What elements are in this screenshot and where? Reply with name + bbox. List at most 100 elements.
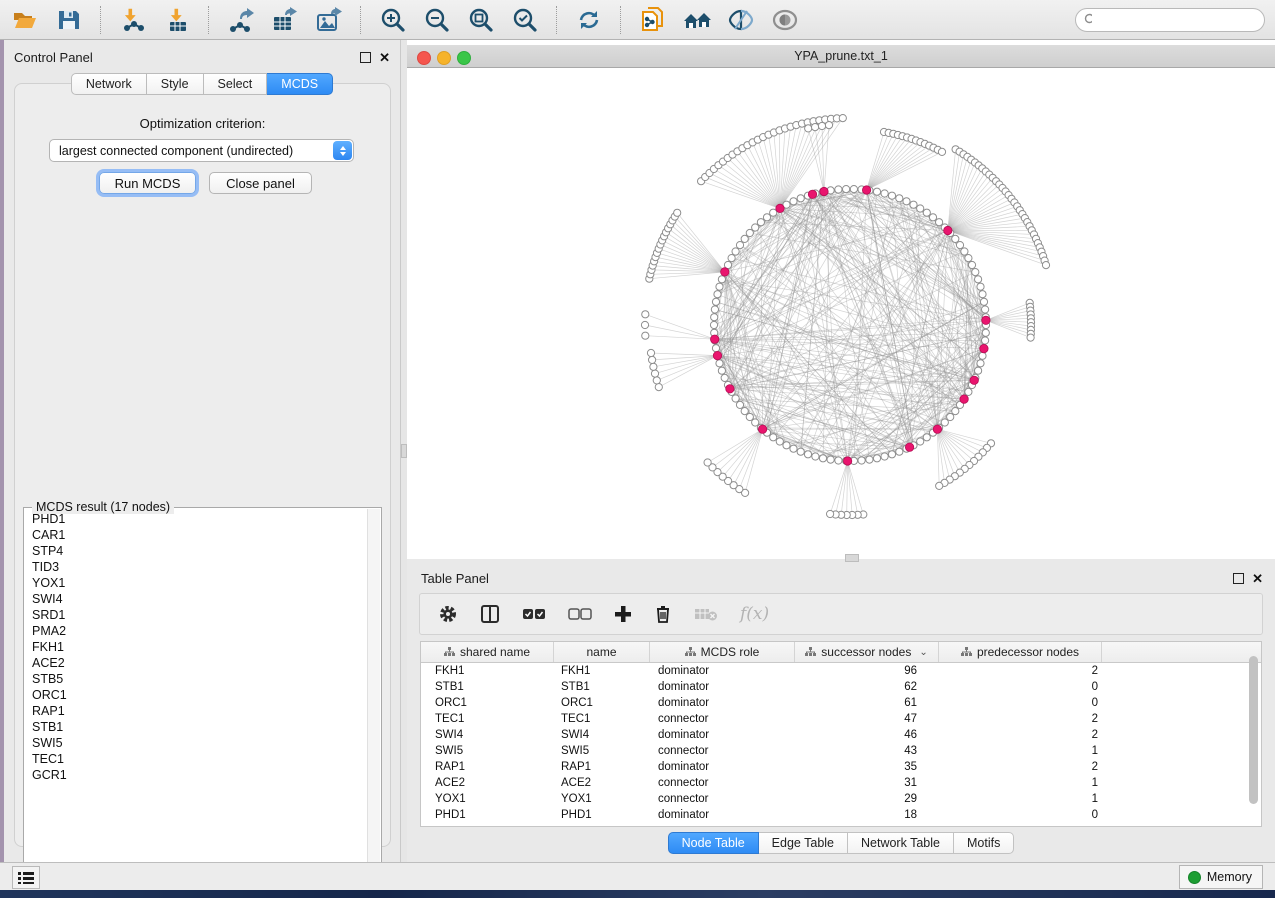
mcds-result-list[interactable]: PHD1CAR1STP4TID3YOX1SWI4SRD1PMA2FKH1ACE2… (25, 509, 368, 879)
tab-network-table[interactable]: Network Table (848, 832, 954, 854)
column-header-successor-nodes[interactable]: successor nodes ⌄ (795, 642, 939, 662)
import-table-icon[interactable] (162, 5, 192, 35)
mcds-tab-pane: Optimization criterion: largest connecte… (14, 83, 391, 847)
table-cell: RAP1 (554, 761, 650, 773)
memory-button[interactable]: Memory (1179, 865, 1263, 889)
show-columns-icon[interactable] (480, 604, 500, 624)
table-cell: SWI5 (554, 745, 650, 757)
close-panel-icon[interactable]: ✕ (379, 53, 390, 62)
table-cell: 2 (939, 713, 1102, 725)
table-row[interactable]: ORC1ORC1dominator610 (421, 695, 1261, 711)
column-header-predecessor-nodes[interactable]: predecessor nodes (939, 642, 1102, 662)
tab-style[interactable]: Style (147, 73, 204, 95)
table-cell: 1 (939, 777, 1102, 789)
export-table-icon[interactable] (270, 5, 300, 35)
table-cell: 31 (795, 777, 939, 789)
mcds-result-item[interactable]: ACE2 (32, 655, 368, 671)
hide-selected-icon[interactable] (726, 5, 756, 35)
table-cell: 1 (939, 793, 1102, 805)
table-cell: ORC1 (421, 697, 554, 709)
table-cell: 29 (795, 793, 939, 805)
control-panel: Control Panel ✕ Network Style Select MCD… (4, 40, 401, 862)
zoom-out-icon[interactable] (422, 5, 452, 35)
mcds-result-item[interactable]: RAP1 (32, 703, 368, 719)
tab-mcds[interactable]: MCDS (267, 73, 333, 95)
zoom-fit-icon[interactable] (466, 5, 496, 35)
mcds-result-item[interactable]: TEC1 (32, 751, 368, 767)
first-neighbors-icon[interactable] (682, 5, 712, 35)
task-history-button[interactable] (12, 866, 40, 889)
mcds-result-item[interactable]: STB5 (32, 671, 368, 687)
mcds-result-item[interactable]: SRD1 (32, 607, 368, 623)
table-row[interactable]: STB1STB1dominator620 (421, 679, 1261, 695)
node-table-body: FKH1FKH1dominator962STB1STB1dominator620… (421, 663, 1261, 823)
search-input[interactable] (1097, 12, 1256, 28)
mcds-result-item[interactable]: PMA2 (32, 623, 368, 639)
save-session-icon[interactable] (54, 5, 84, 35)
table-cell: dominator (650, 761, 795, 773)
table-scrollbar-thumb[interactable] (1249, 656, 1258, 804)
table-cell: PHD1 (421, 809, 554, 821)
open-file-icon[interactable] (10, 5, 40, 35)
mcds-list-scrollbar[interactable] (367, 509, 380, 879)
mcds-result-item[interactable]: FKH1 (32, 639, 368, 655)
column-header-shared-name[interactable]: shared name (421, 642, 554, 662)
mcds-result-item[interactable]: GCR1 (32, 767, 368, 783)
export-network-icon[interactable] (226, 5, 256, 35)
zoom-in-icon[interactable] (378, 5, 408, 35)
table-scrollbar[interactable] (1248, 656, 1259, 804)
mcds-result-item[interactable]: CAR1 (32, 527, 368, 543)
close-panel-button[interactable]: Close panel (209, 172, 312, 194)
table-row[interactable]: ACE2ACE2connector311 (421, 775, 1261, 791)
tab-network[interactable]: Network (71, 73, 147, 95)
table-panel-title: Table Panel (421, 571, 489, 586)
mcds-result-item[interactable]: PHD1 (32, 511, 368, 527)
table-row[interactable]: TEC1TEC1connector472 (421, 711, 1261, 727)
table-row[interactable]: YOX1YOX1connector291 (421, 791, 1261, 807)
table-cell: connector (650, 745, 795, 757)
network-canvas[interactable] (407, 68, 1275, 559)
import-network-icon[interactable] (118, 5, 148, 35)
zoom-selected-icon[interactable] (510, 5, 540, 35)
column-type-icon (805, 647, 816, 657)
column-header-mcds-role[interactable]: MCDS role (650, 642, 795, 662)
toolbar-search[interactable] (1075, 8, 1265, 32)
apply-layout-icon[interactable] (574, 5, 604, 35)
tab-node-table[interactable]: Node Table (668, 832, 759, 854)
horizontal-splitter-handle[interactable] (845, 554, 859, 562)
table-row[interactable]: RAP1RAP1dominator352 (421, 759, 1261, 775)
select-all-rows-icon[interactable] (522, 607, 546, 621)
table-row[interactable]: SWI5SWI5connector431 (421, 743, 1261, 759)
column-header-name[interactable]: name (554, 642, 650, 662)
network-from-selection-icon[interactable] (638, 5, 668, 35)
run-mcds-button[interactable]: Run MCDS (99, 172, 196, 194)
mcds-result-item[interactable]: SWI4 (32, 591, 368, 607)
mcds-result-item[interactable]: TID3 (32, 559, 368, 575)
mcds-result-item[interactable]: YOX1 (32, 575, 368, 591)
node-table: shared name name MCDS role successor nod… (420, 641, 1262, 827)
mcds-result-item[interactable]: STP4 (32, 543, 368, 559)
close-table-panel-icon[interactable]: ✕ (1252, 574, 1263, 583)
optimization-criterion-select[interactable]: largest connected component (undirected) (49, 139, 354, 162)
mcds-result-item[interactable]: ORC1 (32, 687, 368, 703)
table-cell: ACE2 (421, 777, 554, 789)
tab-motifs[interactable]: Motifs (954, 832, 1014, 854)
tab-select[interactable]: Select (204, 73, 268, 95)
tab-edge-table[interactable]: Edge Table (759, 832, 848, 854)
table-cell: ACE2 (554, 777, 650, 789)
add-row-icon[interactable] (614, 605, 632, 623)
table-cell: SWI5 (421, 745, 554, 757)
table-row[interactable]: SWI4SWI4dominator462 (421, 727, 1261, 743)
float-panel-icon[interactable] (360, 52, 371, 63)
deselect-all-rows-icon[interactable] (568, 607, 592, 621)
float-table-panel-icon[interactable] (1233, 573, 1244, 584)
table-options-icon[interactable] (438, 604, 458, 624)
mcds-result-item[interactable]: STB1 (32, 719, 368, 735)
export-image-icon[interactable] (314, 5, 344, 35)
table-cell: YOX1 (554, 793, 650, 805)
table-row[interactable]: FKH1FKH1dominator962 (421, 663, 1261, 679)
table-row[interactable]: PHD1PHD1dominator180 (421, 807, 1261, 823)
mcds-result-item[interactable]: SWI5 (32, 735, 368, 751)
delete-rows-icon[interactable] (654, 604, 672, 624)
show-all-icon[interactable] (770, 5, 800, 35)
